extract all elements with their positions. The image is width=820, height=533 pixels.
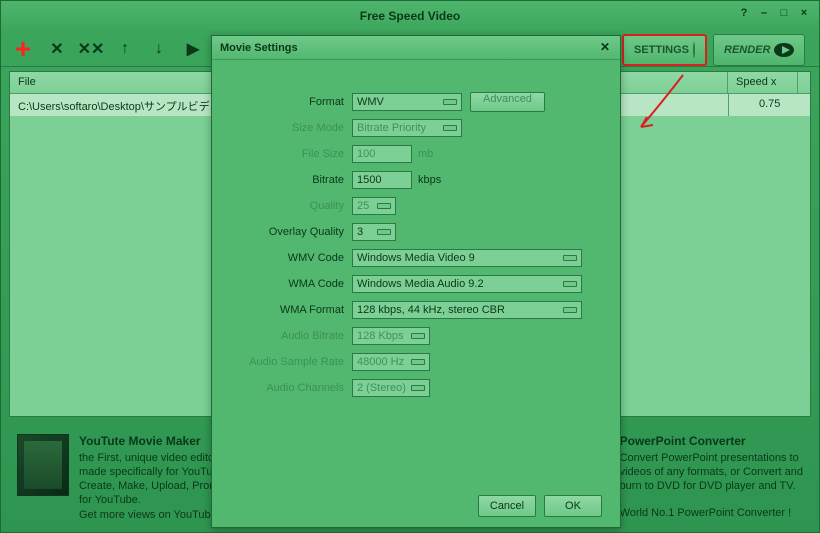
play-button[interactable]: ▶ [183, 39, 203, 59]
movie-settings-dialog: Movie Settings ✕ Format WMV Advanced Siz… [211, 35, 621, 528]
close-icon[interactable]: × [797, 7, 811, 19]
titlebar: Free Speed Video ? – □ × [1, 1, 819, 31]
dialog-close-icon[interactable]: ✕ [600, 40, 614, 54]
audiochannels-label: Audio Channels [232, 382, 352, 394]
minimize-icon[interactable]: – [757, 7, 771, 19]
window-title: Free Speed Video [360, 9, 460, 23]
audiosample-label: Audio Sample Rate [232, 356, 352, 368]
filesize-label: File Size [232, 148, 352, 160]
gear-icon [693, 42, 695, 58]
maximize-icon[interactable]: □ [777, 7, 791, 19]
add-button[interactable]: + [13, 39, 33, 59]
ok-button[interactable]: OK [544, 495, 602, 517]
advanced-button: Advanced [470, 92, 545, 112]
wmacode-label: WMA Code [232, 278, 352, 290]
overlayq-label: Overlay Quality [232, 226, 352, 238]
bitrate-input[interactable] [352, 171, 412, 189]
render-button[interactable]: RENDER [713, 34, 805, 66]
wmvcode-label: WMV Code [232, 252, 352, 264]
wmacode-select[interactable]: Windows Media Audio 9.2 [352, 275, 582, 293]
bitrate-label: Bitrate [232, 174, 352, 186]
audiobitrate-select: 128 Kbps [352, 327, 430, 345]
wmaformat-select[interactable]: 128 kbps, 44 kHz, stereo CBR [352, 301, 582, 319]
wmaformat-label: WMA Format [232, 304, 352, 316]
format-select[interactable]: WMV [352, 93, 462, 111]
overlayq-select[interactable]: 3 [352, 223, 396, 241]
sizemode-select: Bitrate Priority [352, 119, 462, 137]
audiobitrate-label: Audio Bitrate [232, 330, 352, 342]
sizemode-label: Size Mode [232, 122, 352, 134]
filesize-input [352, 145, 412, 163]
quality-select: 25 [352, 197, 396, 215]
move-up-button[interactable]: ↑ [115, 39, 135, 59]
audiochannels-select: 2 (Stereo) [352, 379, 430, 397]
promo-1-image [17, 434, 69, 496]
settings-button[interactable]: SETTINGS [622, 34, 707, 66]
format-label: Format [232, 96, 352, 108]
cancel-button[interactable]: Cancel [478, 495, 536, 517]
audiosample-select: 48000 Hz [352, 353, 430, 371]
quality-label: Quality [232, 200, 352, 212]
wmvcode-select[interactable]: Windows Media Video 9 [352, 249, 582, 267]
remove-all-button[interactable]: ✕✕ [81, 39, 101, 59]
remove-button[interactable]: ✕ [47, 39, 67, 59]
render-icon [774, 43, 794, 57]
main-window: Free Speed Video ? – □ × + ✕ ✕✕ ↑ ↓ ▶ SE… [0, 0, 820, 533]
col-speedx[interactable]: Speed x [728, 72, 798, 93]
help-icon[interactable]: ? [737, 7, 751, 19]
dialog-titlebar: Movie Settings ✕ [212, 36, 620, 60]
move-down-button[interactable]: ↓ [149, 39, 169, 59]
